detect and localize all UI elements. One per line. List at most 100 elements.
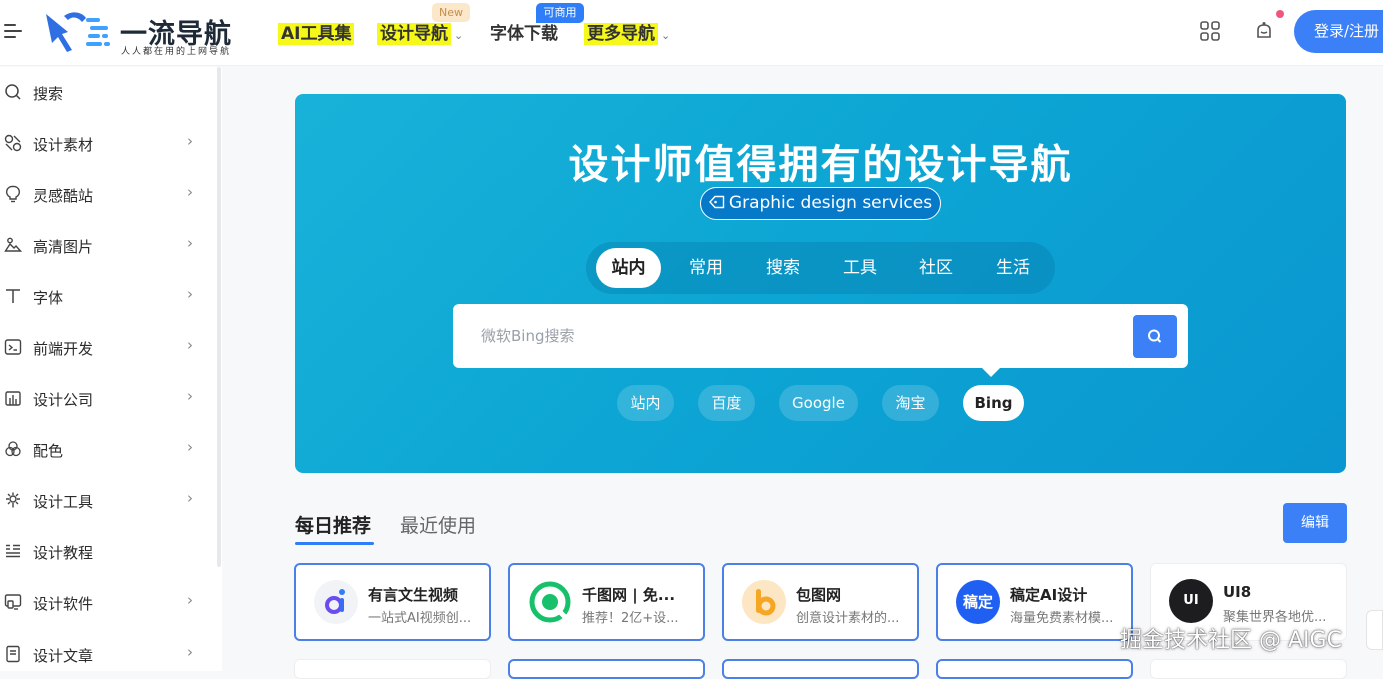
sidebar-item-label: 搜索 bbox=[33, 85, 64, 103]
font-icon bbox=[6, 289, 20, 303]
site-logo[interactable]: 一流导航 人人都在用的上网导航 bbox=[42, 8, 252, 57]
card-title: 千图网 | 免... bbox=[582, 586, 676, 604]
nav-more[interactable]: 更多导航 ⌄ bbox=[584, 19, 670, 47]
sidebar-item-frontend[interactable]: 前端开发 › bbox=[0, 330, 210, 366]
nav-design[interactable]: 设计导航 ⌄ bbox=[377, 19, 463, 47]
notification-icon[interactable] bbox=[1253, 20, 1275, 42]
sidebar-item-articles[interactable]: 设计文章 › bbox=[0, 637, 210, 673]
tab-search[interactable]: 搜索 bbox=[751, 248, 815, 288]
youyan-logo-icon bbox=[314, 580, 358, 624]
site-card[interactable] bbox=[508, 659, 705, 679]
tab-common[interactable]: 常用 bbox=[674, 248, 738, 288]
search-input[interactable] bbox=[481, 324, 1081, 348]
sidebar-item-images[interactable]: 高清图片 › bbox=[0, 228, 210, 264]
edit-button[interactable]: 编辑 bbox=[1283, 503, 1347, 543]
logo-subtitle: 人人都在用的上网导航 bbox=[121, 47, 232, 57]
chevron-right-icon: › bbox=[187, 336, 193, 354]
tab-daily-recommend[interactable]: 每日推荐 bbox=[295, 511, 371, 538]
site-card[interactable]: 有言文生视频 一站式AI视频创... bbox=[294, 563, 491, 641]
apps-grid-icon[interactable] bbox=[1200, 21, 1220, 41]
sidebar-item-label: 灵感酷站 bbox=[33, 187, 94, 205]
image-icon bbox=[4, 237, 22, 252]
bulb-icon bbox=[5, 185, 21, 203]
tab-tools[interactable]: 工具 bbox=[828, 248, 892, 288]
sidebar-item-label: 前端开发 bbox=[33, 340, 94, 358]
site-card[interactable]: 千图网 | 免... 推荐！2亿+设... bbox=[508, 563, 705, 641]
tab-recently-used[interactable]: 最近使用 bbox=[400, 511, 476, 538]
new-badge: New bbox=[432, 3, 470, 22]
sidebar-item-company[interactable]: 设计公司 › bbox=[0, 381, 210, 417]
wechat-float-icon[interactable] bbox=[1366, 610, 1383, 650]
chevron-down-icon: ⌄ bbox=[454, 29, 464, 42]
logo-hand-icon bbox=[46, 12, 110, 52]
tab-community[interactable]: 社区 bbox=[904, 248, 968, 288]
login-register-button[interactable]: 登录/注册 bbox=[1294, 10, 1383, 53]
sidebar-item-label: 设计素材 bbox=[33, 136, 94, 154]
site-card[interactable] bbox=[1150, 659, 1347, 679]
card-description: 一站式AI视频创... bbox=[368, 611, 472, 626]
tab-life[interactable]: 生活 bbox=[981, 248, 1045, 288]
sidebar-scrollbar[interactable] bbox=[217, 67, 221, 567]
sidebar-item-label: 字体 bbox=[33, 289, 64, 307]
chevron-right-icon: › bbox=[187, 591, 193, 609]
chevron-right-icon: › bbox=[187, 643, 193, 661]
card-title: 包图网 bbox=[796, 586, 842, 604]
site-card[interactable] bbox=[294, 659, 491, 679]
chevron-right-icon: › bbox=[187, 234, 193, 252]
chevron-right-icon: › bbox=[187, 285, 193, 303]
sidebar-item-tutorials[interactable]: 设计教程 bbox=[0, 534, 210, 570]
sidebar-item-inspiration[interactable]: 灵感酷站 › bbox=[0, 177, 210, 213]
tag-icon bbox=[708, 195, 725, 209]
sidebar-item-software[interactable]: 设计软件 › bbox=[0, 585, 210, 621]
notification-dot bbox=[1276, 10, 1284, 18]
sidebar-item-color[interactable]: 配色 › bbox=[0, 432, 210, 468]
engine-bing[interactable]: Bing bbox=[963, 385, 1024, 421]
sidebar-item-label: 设计文章 bbox=[33, 647, 94, 665]
nav-fonts-label: 字体下载 bbox=[490, 24, 558, 44]
card-description: 海量免费素材模... bbox=[1010, 611, 1114, 626]
search-box bbox=[453, 304, 1188, 368]
sidebar-item-search[interactable]: 搜索 bbox=[0, 75, 210, 111]
active-tab-underline bbox=[295, 542, 374, 545]
card-title: 有言文生视频 bbox=[368, 586, 459, 604]
ui8-logo-icon: UI bbox=[1169, 579, 1213, 623]
card-description: 创意设计素材的... bbox=[796, 611, 900, 626]
engine-taobao[interactable]: 淘宝 bbox=[882, 385, 939, 421]
commercial-badge: 可商用 bbox=[536, 3, 584, 23]
nav-fonts[interactable]: 字体下载 bbox=[490, 19, 558, 47]
sidebar-item-label: 配色 bbox=[33, 442, 64, 460]
engine-baidu[interactable]: 百度 bbox=[698, 385, 755, 421]
chevron-right-icon: › bbox=[187, 438, 193, 456]
search-button[interactable] bbox=[1133, 315, 1177, 358]
menu-toggle-icon[interactable] bbox=[4, 22, 22, 40]
search-icon bbox=[1148, 329, 1162, 343]
nav-more-label: 更多导航 bbox=[584, 23, 658, 45]
engine-google[interactable]: Google bbox=[779, 385, 858, 421]
site-card[interactable] bbox=[936, 659, 1133, 679]
sidebar-item-label: 设计公司 bbox=[33, 391, 94, 409]
chevron-right-icon: › bbox=[187, 183, 193, 201]
material-icon bbox=[4, 134, 22, 152]
chevron-right-icon: › bbox=[187, 387, 193, 405]
sidebar-item-material[interactable]: 设计素材 › bbox=[0, 126, 210, 162]
building-icon bbox=[5, 391, 21, 406]
hero-banner: 设计师值得拥有的设计导航 Graphic design services 站内 … bbox=[295, 94, 1346, 473]
hero-subtitle: Graphic design services bbox=[728, 193, 933, 213]
tab-site[interactable]: 站内 bbox=[596, 248, 661, 288]
sidebar-item-tools[interactable]: 设计工具 › bbox=[0, 483, 210, 519]
site-card[interactable] bbox=[722, 659, 919, 679]
nav-ai-tools[interactable]: AI工具集 bbox=[278, 19, 355, 47]
card-description: 推荐！2亿+设... bbox=[582, 611, 679, 626]
terminal-icon bbox=[4, 339, 22, 355]
card-title: UI8 bbox=[1223, 583, 1252, 601]
sidebar-item-label: 高清图片 bbox=[33, 238, 94, 256]
chevron-down-icon: ⌄ bbox=[661, 29, 671, 42]
article-icon bbox=[6, 645, 20, 663]
sidebar-item-fonts[interactable]: 字体 › bbox=[0, 279, 210, 315]
chevron-right-icon: › bbox=[187, 489, 193, 507]
search-category-tabs: 站内 常用 搜索 工具 社区 生活 bbox=[586, 242, 1055, 294]
site-card[interactable]: 稿定 稿定AI设计 海量免费素材模... bbox=[936, 563, 1133, 641]
sidebar-item-label: 设计工具 bbox=[33, 493, 94, 511]
site-card[interactable]: 包图网 创意设计素材的... bbox=[722, 563, 919, 641]
engine-site[interactable]: 站内 bbox=[617, 385, 674, 421]
